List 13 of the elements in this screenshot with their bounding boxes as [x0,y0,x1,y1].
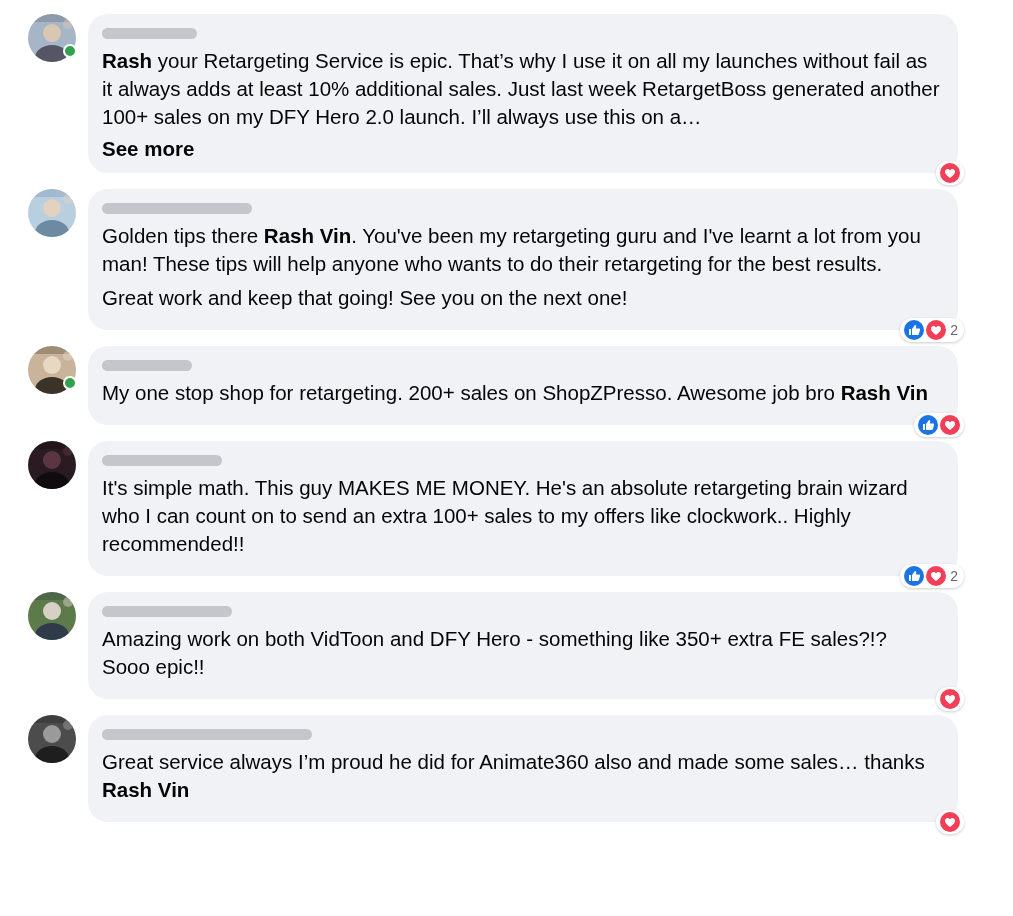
reaction-summary[interactable]: 2 [900,318,964,342]
comment-text: Rash your Retargeting Service is epic. That’s why I use it on all my launches without fail as it always adds at least 10% additional sales. Just last week RetargetBoss generated another 100+ sales on my DFY Hero 2.0 launch. I’ll always use this on a… [102,48,940,130]
reaction-count: 2 [949,322,959,338]
reaction-count: 2 [949,568,959,584]
comment-text: Amazing work on both VidToon and DFY Hero - something like 350+ extra FE sales?!? Sooo epic!! [102,626,888,680]
comment-text: My one stop shop for retargeting. 200+ sales on ShopZPresso. Awesome job bro Rash Vin [102,380,929,406]
comment-text: Golden tips there Rash Vin. You've been my retargeting guru and I've learnt a lot from you man! These tips will help anyone who wants to do their retargeting for the best results. [102,223,922,277]
comment-text: Great service always I’m proud he did for Animate360 also and made some sales… thanks Rash Vin [102,749,926,803]
comment-text: It's simple math. This guy MAKES ME MONEY. He's an absolute retargeting brain wizard who I can count on to send an extra 100+ sales to my offers like clockwork.. Highly recommended!! [102,475,909,557]
see-more-link[interactable]: See more [102,137,195,160]
comment-text: Great work and keep that going! See you on the next one! [102,285,629,311]
reaction-summary[interactable]: 2 [900,564,964,588]
reaction-summary[interactable] [914,413,964,437]
